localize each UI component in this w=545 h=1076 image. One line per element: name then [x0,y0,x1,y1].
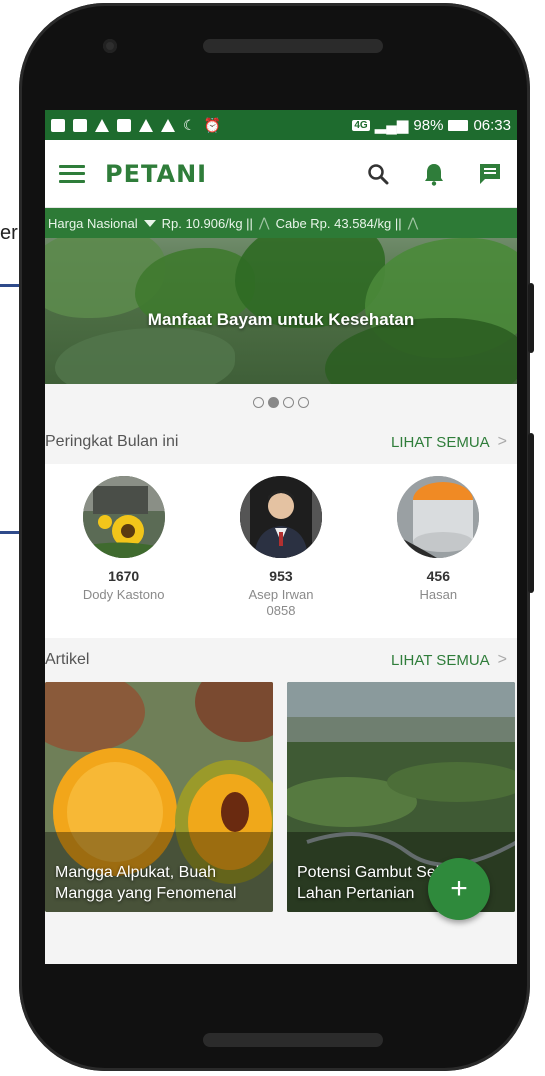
avatar [397,476,480,558]
search-icon[interactable] [365,161,391,187]
power-button [528,433,534,593]
bottom-speaker [203,1033,383,1047]
ranking-item[interactable]: 1670 Dody Kastono [64,476,184,638]
ranking-title: Peringkat Bulan ini [45,433,179,450]
see-all-label: LIHAT SEMUA [391,651,490,669]
battery-percent: 98% [413,116,444,134]
brand-logo: PETANI [105,159,208,188]
ticker-item: Cabe Rp. 43.584/kg || [275,215,402,231]
article-title: Mangga Alpukat, Buah Mangga yang Fenomen… [55,864,237,902]
carousel-dot[interactable] [283,396,294,408]
trend-up-icon: ⋀ [407,215,419,230]
ticker-item: Rp. 10.906/kg || [161,215,253,231]
banner-title: Manfaat Bayam untuk Kesehatan [147,310,415,329]
signal-icon: ▂▄▆ [374,117,409,134]
carousel-indicator [45,384,517,420]
moon-icon: ☾ [183,116,196,133]
article-card[interactable]: Mangga Alpukat, Buah Mangga yang Fenomen… [45,682,273,912]
image-icon [73,118,87,132]
message-icon[interactable] [477,161,503,187]
articles-see-all-button[interactable]: LIHAT SEMUA > [391,651,507,669]
avatar [82,476,165,558]
bell-icon[interactable] [421,161,447,187]
stage: er ☾ ⏰ 4G ▂▄▆ 98% 06:33 PETANI Harga Nas… [0,0,545,1076]
ranking-see-all-button[interactable]: LIHAT SEMUA > [391,433,507,451]
hero-banner[interactable]: Manfaat Bayam untuk Kesehatan [45,238,517,384]
front-camera [103,39,117,53]
clock: 06:33 [473,116,511,134]
articles-title: Artikel [45,651,90,668]
alarm-icon: ⏰ [203,116,221,133]
trend-up-icon: ⋀ [258,215,270,230]
carousel-dot-active[interactable] [268,396,279,408]
articles-header: Artikel LIHAT SEMUA > [45,638,517,682]
see-all-label: LIHAT SEMUA [391,433,490,451]
ticker-label: Harga Nasional [48,215,138,231]
ranking-item[interactable]: 953 Asep Irwan 0858 [221,476,341,638]
battery-icon [448,119,469,131]
earpiece-speaker [203,39,383,53]
ranking-name: Hasan [419,587,458,602]
network-badge: 4G [352,119,370,131]
hamburger-menu-icon[interactable] [59,164,85,183]
ranking-score: 456 [426,568,450,584]
caret-down-icon [143,219,156,227]
ranking-score: 953 [269,568,293,584]
warning-icon [139,118,153,132]
chevron-right-icon: > [497,651,507,668]
avatar [239,476,322,558]
carousel-dot[interactable] [253,396,264,408]
chevron-right-icon: > [497,433,507,450]
ranking-item[interactable]: 456 Hasan [378,476,498,638]
warning-icon [95,118,109,132]
ranking-header: Peringkat Bulan ini LIHAT SEMUA > [45,420,517,464]
ranking-name: Dody Kastono [82,587,165,602]
app-screen: ☾ ⏰ 4G ▂▄▆ 98% 06:33 PETANI Harga Nasion… [45,110,517,964]
volume-button [528,283,534,353]
status-bar: ☾ ⏰ 4G ▂▄▆ 98% 06:33 [45,110,517,140]
carousel-dot[interactable] [298,396,309,408]
background-text-fragment: er [0,222,18,244]
price-ticker[interactable]: Harga Nasional Rp. 10.906/kg || ⋀ Cabe R… [45,208,517,238]
ranking-score: 1670 [108,568,140,584]
app-bar: PETANI [45,140,517,208]
ranking-name: Asep Irwan 0858 [248,587,314,618]
warning-icon [161,118,175,132]
add-button[interactable]: + [428,858,490,920]
message-icon [51,118,65,132]
chat-icon [117,118,131,132]
ranking-list: 1670 Dody Kastono 953 Asep Irwan 0858 45… [45,464,517,638]
